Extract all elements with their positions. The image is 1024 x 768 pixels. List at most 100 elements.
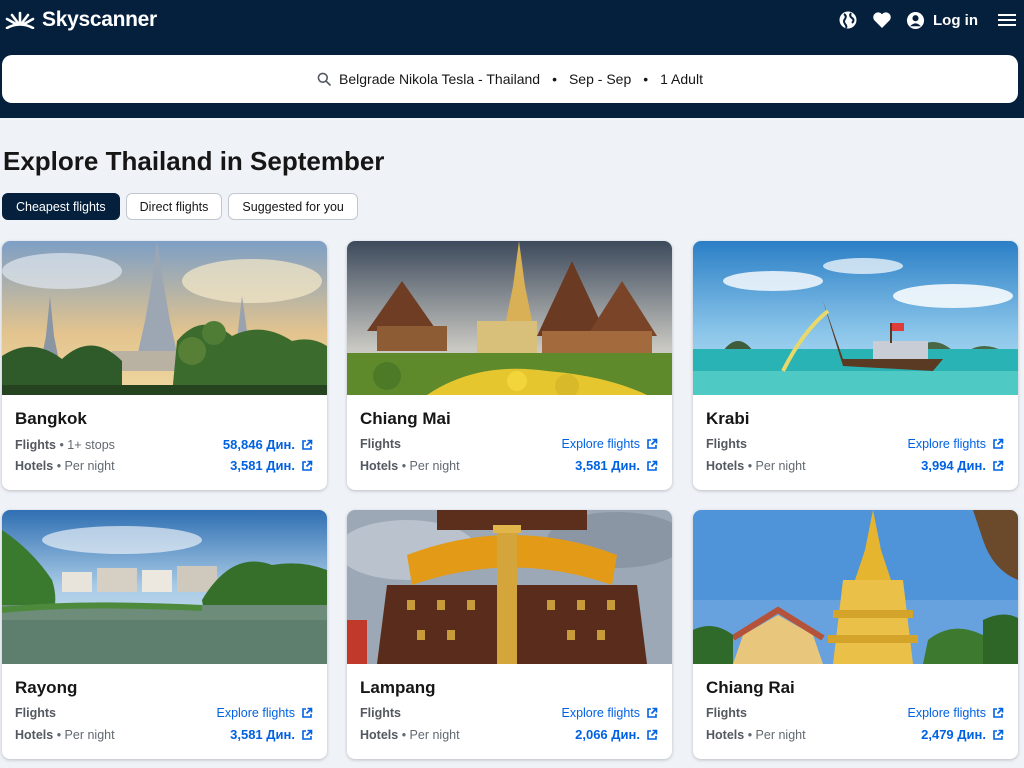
destination-photo [693, 241, 1018, 395]
flights-label: Flights [15, 437, 56, 452]
hotels-price: 3,581 Дин. [230, 727, 295, 742]
flights-price: 58,846 Дин. [222, 437, 295, 452]
flights-price-link[interactable]: 58,846 Дин. [223, 437, 313, 452]
explore-flights-label: Explore flights [907, 437, 986, 451]
external-link-icon [301, 439, 313, 451]
hotels-price: 3,581 Дин. [230, 458, 295, 473]
search-summary-bar[interactable]: Belgrade Nikola Tesla - Thailand • Sep -… [2, 55, 1018, 103]
hotels-price: 3,994 Дин. [921, 458, 986, 473]
hotels-note: • Per night [401, 458, 460, 473]
destination-photo [2, 510, 327, 664]
destination-photo [693, 510, 1018, 664]
external-link-icon [301, 460, 313, 472]
site-header: Skyscanner Log in Belgrade Nikola Tesla … [0, 0, 1024, 118]
destination-card-lampang[interactable]: Lampang Flights Explore flights Hotels •… [347, 510, 672, 759]
login-label: Log in [933, 11, 978, 29]
hotels-label: Hotels [706, 727, 745, 742]
hotels-row: Hotels • Per night 3,994 Дин. [706, 458, 1004, 473]
destination-city: Rayong [15, 678, 78, 697]
explore-flights-link[interactable]: Explore flights [561, 437, 658, 451]
explore-flights-link[interactable]: Explore flights [216, 706, 313, 720]
destination-photo [347, 510, 672, 664]
menu-icon[interactable] [998, 12, 1016, 28]
flights-row: Flights Explore flights [706, 706, 1004, 720]
destination-photo [347, 241, 672, 395]
hotels-label: Hotels [15, 727, 54, 742]
hotels-price-link[interactable]: 3,994 Дин. [921, 458, 1004, 473]
hotels-price: 2,066 Дин. [575, 727, 640, 742]
tab-cheapest-flights[interactable]: Cheapest flights [2, 193, 120, 220]
brand-name: Skyscanner [42, 8, 157, 31]
hotels-price-link[interactable]: 3,581 Дин. [230, 727, 313, 742]
external-link-icon [646, 729, 658, 741]
flights-row: Flights Explore flights [360, 437, 658, 451]
hotels-note: • Per night [747, 458, 806, 473]
flights-row: Flights Explore flights [706, 437, 1004, 451]
external-link-icon [992, 438, 1004, 450]
header-actions: Log in [838, 8, 1016, 32]
hotels-row: Hotels • Per night 3,581 Дин. [15, 727, 313, 742]
brand-logo[interactable]: Skyscanner [4, 8, 157, 32]
hotels-label: Hotels [15, 458, 54, 473]
destination-card-rayong[interactable]: Rayong Flights Explore flights Hotels • … [2, 510, 327, 759]
external-link-icon [301, 707, 313, 719]
explore-flights-link[interactable]: Explore flights [561, 706, 658, 720]
explore-flights-label: Explore flights [907, 706, 986, 720]
flights-label: Flights [15, 706, 56, 720]
external-link-icon [301, 729, 313, 741]
search-dates: Sep - Sep [568, 71, 632, 87]
search-travellers: 1 Adult [660, 71, 703, 87]
destination-card-krabi[interactable]: Krabi Flights Explore flights Hotels • P… [693, 241, 1018, 490]
hotels-label: Hotels [706, 458, 745, 473]
search-route: Belgrade Nikola Tesla - Thailand [339, 71, 541, 87]
flights-row: Flights • 1+ stops 58,846 Дин. [15, 437, 313, 452]
search-separator: • [552, 71, 557, 87]
destination-photo [2, 241, 327, 395]
destination-city: Chiang Rai [706, 678, 795, 697]
search-separator: • [643, 71, 649, 87]
search-icon [317, 72, 331, 86]
destination-city: Krabi [706, 409, 750, 428]
destination-card-bangkok[interactable]: Bangkok Flights • 1+ stops 58,846 Дин. H… [2, 241, 327, 490]
flights-label: Flights [360, 437, 401, 451]
login-button[interactable]: Log in [906, 11, 978, 30]
hotels-price-link[interactable]: 2,479 Дин. [921, 727, 1004, 742]
destination-card-chiang-rai[interactable]: Chiang Rai Flights Explore flights Hotel… [693, 510, 1018, 759]
hotels-price-link[interactable]: 3,581 Дин. [230, 458, 313, 473]
hotels-price-link[interactable]: 3,581 Дин. [575, 458, 658, 473]
flights-row: Flights Explore flights [360, 706, 658, 720]
external-link-icon [646, 707, 658, 719]
hotels-row: Hotels • Per night 2,479 Дин. [706, 727, 1004, 742]
hotels-price: 2,479 Дин. [921, 727, 986, 742]
page-title: Explore Thailand in September [3, 146, 385, 176]
external-link-icon [646, 460, 658, 472]
external-link-icon [992, 729, 1004, 741]
hotels-label: Hotels [360, 727, 399, 742]
hotels-note: • Per night [56, 458, 115, 473]
user-icon [906, 11, 925, 30]
external-link-icon [992, 460, 1004, 472]
hotels-price-link[interactable]: 2,066 Дин. [575, 727, 658, 742]
destination-city: Chiang Mai [360, 409, 451, 428]
tab-direct-flights[interactable]: Direct flights [125, 193, 223, 220]
flights-row: Flights Explore flights [15, 706, 313, 720]
explore-flights-link[interactable]: Explore flights [907, 706, 1004, 720]
flights-label: Flights [360, 706, 401, 720]
hotels-label: Hotels [360, 458, 399, 473]
heart-icon[interactable] [872, 11, 892, 29]
flights-label: Flights [706, 437, 747, 451]
destination-card-chiang-mai[interactable]: Chiang Mai Flights Explore flights Hotel… [347, 241, 672, 490]
hotels-note: • Per night [56, 727, 115, 742]
flights-note: • 1+ stops [59, 437, 115, 452]
hotels-price: 3,581 Дин. [575, 458, 640, 473]
destination-city: Lampang [360, 678, 436, 697]
hotels-note: • Per night [747, 727, 806, 742]
explore-flights-link[interactable]: Explore flights [907, 437, 1004, 451]
destination-city: Bangkok [15, 409, 87, 428]
filter-tabs: Cheapest flights Direct flights Suggeste… [2, 193, 358, 220]
explore-flights-label: Explore flights [561, 437, 640, 451]
tab-suggested-for-you[interactable]: Suggested for you [228, 193, 358, 220]
globe-icon[interactable] [838, 10, 858, 30]
hotels-row: Hotels • Per night 3,581 Дин. [360, 458, 658, 473]
external-link-icon [646, 438, 658, 450]
